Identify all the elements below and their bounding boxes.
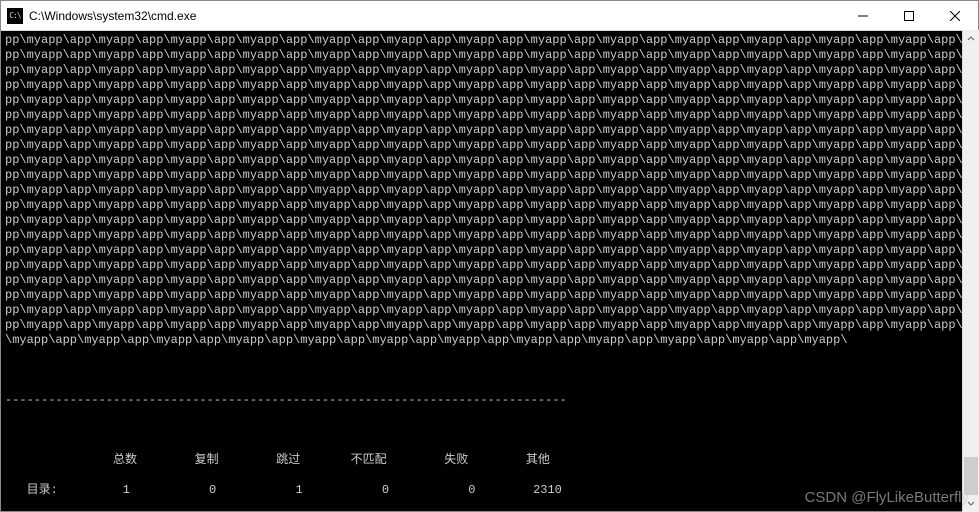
path-line: pp\myapp\app\myapp\app\myapp\app\myapp\a… bbox=[5, 153, 974, 168]
maximize-icon bbox=[904, 11, 914, 21]
path-line: pp\myapp\app\myapp\app\myapp\app\myapp\a… bbox=[5, 273, 974, 288]
chevron-up-icon bbox=[967, 35, 975, 43]
path-line: pp\myapp\app\myapp\app\myapp\app\myapp\a… bbox=[5, 93, 974, 108]
path-line: pp\myapp\app\myapp\app\myapp\app\myapp\a… bbox=[5, 168, 974, 183]
path-line: \myapp\app\myapp\app\myapp\app\myapp\app… bbox=[5, 333, 974, 348]
path-line: pp\myapp\app\myapp\app\myapp\app\myapp\a… bbox=[5, 183, 974, 198]
window-title: C:\Windows\system32\cmd.exe bbox=[29, 9, 840, 23]
path-output: pp\myapp\app\myapp\app\myapp\app\myapp\a… bbox=[5, 33, 974, 348]
path-line: pp\myapp\app\myapp\app\myapp\app\myapp\a… bbox=[5, 78, 974, 93]
app-icon: C:\ bbox=[7, 8, 23, 24]
maximize-button[interactable] bbox=[886, 1, 932, 30]
window-controls bbox=[840, 1, 978, 30]
divider-line: ----------------------------------------… bbox=[5, 393, 974, 408]
close-button[interactable] bbox=[932, 1, 978, 30]
minimize-button[interactable] bbox=[840, 1, 886, 30]
stats-row-dirs: 目录: 1 0 1 0 0 2310 bbox=[5, 483, 974, 498]
scroll-up-button[interactable] bbox=[963, 30, 979, 47]
path-line: pp\myapp\app\myapp\app\myapp\app\myapp\a… bbox=[5, 243, 974, 258]
scroll-track[interactable] bbox=[963, 47, 979, 495]
minimize-icon bbox=[858, 11, 868, 21]
blank-line bbox=[5, 363, 974, 378]
path-line: pp\myapp\app\myapp\app\myapp\app\myapp\a… bbox=[5, 138, 974, 153]
path-line: pp\myapp\app\myapp\app\myapp\app\myapp\a… bbox=[5, 108, 974, 123]
terminal-output[interactable]: pp\myapp\app\myapp\app\myapp\app\myapp\a… bbox=[1, 31, 978, 511]
path-line: pp\myapp\app\myapp\app\myapp\app\myapp\a… bbox=[5, 198, 974, 213]
path-line: pp\myapp\app\myapp\app\myapp\app\myapp\a… bbox=[5, 63, 974, 78]
path-line: pp\myapp\app\myapp\app\myapp\app\myapp\a… bbox=[5, 213, 974, 228]
path-line: pp\myapp\app\myapp\app\myapp\app\myapp\a… bbox=[5, 33, 974, 48]
chevron-down-icon bbox=[967, 500, 975, 508]
path-line: pp\myapp\app\myapp\app\myapp\app\myapp\a… bbox=[5, 258, 974, 273]
path-line: pp\myapp\app\myapp\app\myapp\app\myapp\a… bbox=[5, 123, 974, 138]
titlebar[interactable]: C:\ C:\Windows\system32\cmd.exe bbox=[1, 1, 978, 31]
path-line: pp\myapp\app\myapp\app\myapp\app\myapp\a… bbox=[5, 303, 974, 318]
path-line: pp\myapp\app\myapp\app\myapp\app\myapp\a… bbox=[5, 48, 974, 63]
scroll-thumb[interactable] bbox=[964, 457, 978, 495]
scroll-down-button[interactable] bbox=[963, 495, 979, 512]
path-line: pp\myapp\app\myapp\app\myapp\app\myapp\a… bbox=[5, 318, 974, 333]
path-line: pp\myapp\app\myapp\app\myapp\app\myapp\a… bbox=[5, 228, 974, 243]
path-line: pp\myapp\app\myapp\app\myapp\app\myapp\a… bbox=[5, 288, 974, 303]
vertical-scrollbar[interactable] bbox=[962, 30, 979, 512]
cmd-window: C:\ C:\Windows\system32\cmd.exe pp\myapp… bbox=[0, 0, 979, 512]
stats-header: 总数 复制 跳过 不匹配 失败 其他 bbox=[5, 453, 974, 468]
blank-line bbox=[5, 423, 974, 438]
close-icon bbox=[950, 11, 960, 21]
